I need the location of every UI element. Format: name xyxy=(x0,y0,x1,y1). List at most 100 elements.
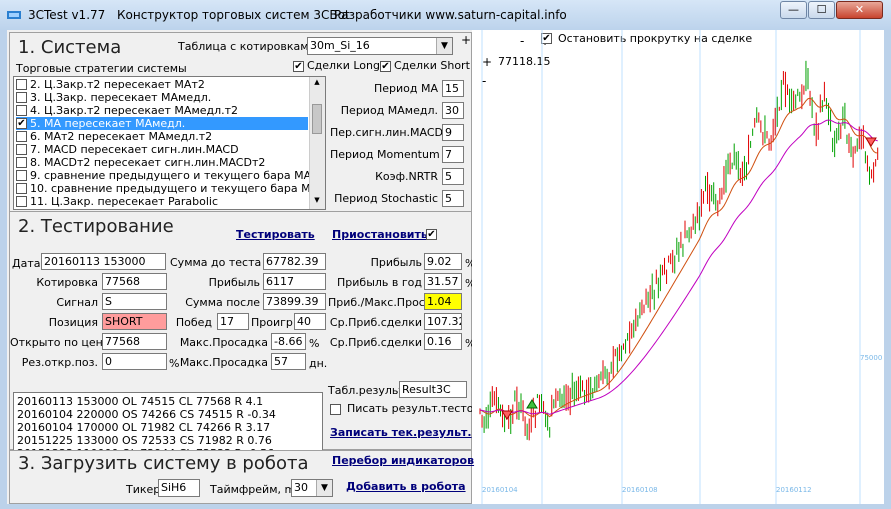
trade-log-line: 20151225 133000 OS 72533 CS 71982 R 0.76 xyxy=(17,434,272,447)
trade-log-line: 20160104 170000 OL 71982 CL 74266 R 3.17 xyxy=(17,421,271,434)
result-table-field[interactable]: Result3C xyxy=(399,381,467,398)
profit-field: 6117 xyxy=(263,273,326,290)
strategy-item[interactable]: 6. МАт2 пересекает МАмедл.т2 xyxy=(16,130,308,143)
sum-before-label: Сумма до теста xyxy=(170,256,262,269)
strategy-item[interactable]: 3. Ц.Закр. пересекает МАмедл. xyxy=(16,91,308,104)
test-link[interactable]: Тестировать xyxy=(236,228,315,241)
chevron-down-icon[interactable]: ▼ xyxy=(436,38,452,54)
open-price-label: Открыто по цене xyxy=(10,336,110,349)
client-area: 1. Система Таблица с котировками 30m_Si_… xyxy=(7,30,884,504)
buy-marker xyxy=(526,399,538,409)
pause-link[interactable]: Приостановить xyxy=(332,228,428,241)
strategies-label: Торговые стратегии системы xyxy=(16,62,187,75)
ticker-label: Тикер xyxy=(126,483,161,496)
strategy-checkbox[interactable] xyxy=(16,130,27,142)
minimize-button[interactable]: — xyxy=(780,1,807,19)
param-label: Период Stochastic xyxy=(334,192,438,205)
param-field[interactable]: 5 xyxy=(442,190,464,207)
losses-label: Проигр. xyxy=(251,316,297,329)
profit-year-field: 31.57 xyxy=(424,273,462,290)
strategy-item[interactable]: 2. Ц.Закр.т2 пересекает МАт2 xyxy=(16,78,308,91)
strategy-label: 3. Ц.Закр. пересекает МАмедл. xyxy=(30,91,212,104)
strategy-item[interactable]: 10. сравнение предыдущего и текущего бар… xyxy=(16,182,325,195)
chart-plus-button[interactable]: + xyxy=(482,55,492,69)
strategy-checkbox[interactable]: ✔ xyxy=(16,117,27,129)
quotes-table-select[interactable]: 30m_Si_16 ▼ xyxy=(307,37,453,55)
long-trades-checkbox[interactable]: ✔ xyxy=(293,61,304,72)
max-drawdown-field: -8.66 xyxy=(271,333,306,350)
strategy-checkbox[interactable] xyxy=(16,182,27,194)
max-drawdown-days-field: 57 xyxy=(271,353,306,370)
signal-label: Сигнал xyxy=(56,296,98,309)
scroll-up-icon[interactable]: ▲ xyxy=(312,78,322,90)
result-table-label: Табл.результ. xyxy=(328,384,409,397)
strategy-checkbox[interactable] xyxy=(16,91,27,103)
date-tick: 20160108 xyxy=(622,486,658,494)
param-field[interactable]: 9 xyxy=(442,124,464,141)
write-results-checkbox[interactable] xyxy=(330,404,341,415)
strategies-scrollbar[interactable]: ▲ ▼ xyxy=(309,77,325,209)
strategy-label: 10. сравнение предыдущего и текущего бар… xyxy=(30,182,326,195)
sell-marker xyxy=(865,137,877,147)
quotes-table-label: Таблица с котировками xyxy=(178,40,316,53)
strategy-item[interactable]: ✔ 5. МА пересекает МАмедл. xyxy=(16,117,308,130)
timeframe-label: Таймфрейм, m xyxy=(210,483,296,496)
param-label: Период МА xyxy=(373,82,438,95)
strategy-checkbox[interactable] xyxy=(16,104,27,116)
strategy-label: 8. MACDт2 пересекает сигн.лин.MACDт2 xyxy=(30,156,266,169)
chart-minus-button[interactable]: - xyxy=(482,74,486,88)
position-label: Позиция xyxy=(48,316,98,329)
write-current-link[interactable]: Записать тек.результ. xyxy=(330,426,472,439)
strategy-item[interactable]: 8. MACDт2 пересекает сигн.лин.MACDт2 xyxy=(16,156,308,169)
date-tick: 20160112 xyxy=(776,486,812,494)
strategy-checkbox[interactable] xyxy=(16,195,27,207)
timeframe-select[interactable]: 30 ▼ xyxy=(291,479,333,497)
trade-log-line: 20160113 153000 OL 74515 CL 77568 R 4.1 xyxy=(17,395,264,408)
timeframe-value: 30 xyxy=(294,481,308,494)
testing-header: 2. Тестирование xyxy=(18,216,174,237)
price-readout: 77118.15 xyxy=(498,55,551,68)
avg-profit-pct-label: Ср.Приб.сделки xyxy=(329,336,422,349)
strategy-checkbox[interactable] xyxy=(16,143,27,155)
strategies-list[interactable]: 2. Ц.Закр.т2 пересекает МАт2 3. Ц.Закр. п… xyxy=(13,76,326,210)
param-field[interactable]: 30 xyxy=(442,102,464,119)
strategy-label: 2. Ц.Закр.т2 пересекает МАт2 xyxy=(30,78,205,91)
strategy-label: 9. сравнение предыдущего и текущего бара… xyxy=(30,169,326,182)
param-label: Пер.сигн.лин.MACD xyxy=(330,126,444,139)
maximize-button[interactable]: ☐ xyxy=(808,1,835,19)
add-to-robot-link[interactable]: Добавить в робота xyxy=(346,480,466,493)
strategy-checkbox[interactable] xyxy=(16,169,27,181)
strategy-item[interactable]: 11. Ц.Закр. пересекает Parabolic xyxy=(16,195,308,208)
strategy-checkbox[interactable] xyxy=(16,156,27,168)
short-trades-checkbox[interactable]: ✔ xyxy=(380,61,391,72)
ma-fast-line xyxy=(479,97,878,418)
param-field[interactable]: 15 xyxy=(442,80,464,97)
strategy-item[interactable]: 7. MACD пересекает сигн.лин.MACD xyxy=(16,143,308,156)
developers-label: Разработчики www.saturn-capital.info xyxy=(334,8,567,22)
strategy-checkbox[interactable] xyxy=(16,78,27,90)
param-field[interactable]: 7 xyxy=(442,146,464,163)
ticker-field[interactable]: SiH6 xyxy=(158,479,200,497)
strategy-item[interactable]: 4. Ц.Закр.т2 пересекает МАмедл.т2 xyxy=(16,104,308,117)
pause-checkbox[interactable]: ✔ xyxy=(426,229,437,240)
chart-panel[interactable]: - + ✔ Остановить прокрутку на сделке + 7… xyxy=(472,30,884,504)
wins-field: 17 xyxy=(217,313,249,330)
ma-slow-line xyxy=(479,119,878,415)
profit-drawdown-ratio-field: 1.04 xyxy=(424,293,462,310)
close-button[interactable]: ✕ xyxy=(836,1,883,19)
long-trades-label: Сделки Long xyxy=(307,59,380,72)
scroll-down-icon[interactable]: ▼ xyxy=(312,196,322,208)
system-header: 1. Система xyxy=(18,37,122,58)
param-field[interactable]: 5 xyxy=(442,168,464,185)
indicator-search-link[interactable]: Перебор индикаторов xyxy=(332,454,474,467)
chevron-down-icon[interactable]: ▼ xyxy=(316,480,332,496)
system-plus-button[interactable]: + xyxy=(461,33,471,47)
zoom-out-button[interactable]: - xyxy=(520,34,524,48)
stop-scroll-checkbox[interactable]: ✔ xyxy=(541,33,552,44)
quotes-table-value: 30m_Si_16 xyxy=(310,39,370,52)
stop-scroll-label: Остановить прокрутку на сделке xyxy=(558,32,753,45)
avg-profit-label: Ср.Приб.сделки xyxy=(329,316,422,329)
strategy-item[interactable]: 9. сравнение предыдущего и текущего бара… xyxy=(16,169,325,182)
robot-header: 3. Загрузить систему в робота xyxy=(18,453,309,474)
scroll-thumb[interactable] xyxy=(312,104,322,134)
